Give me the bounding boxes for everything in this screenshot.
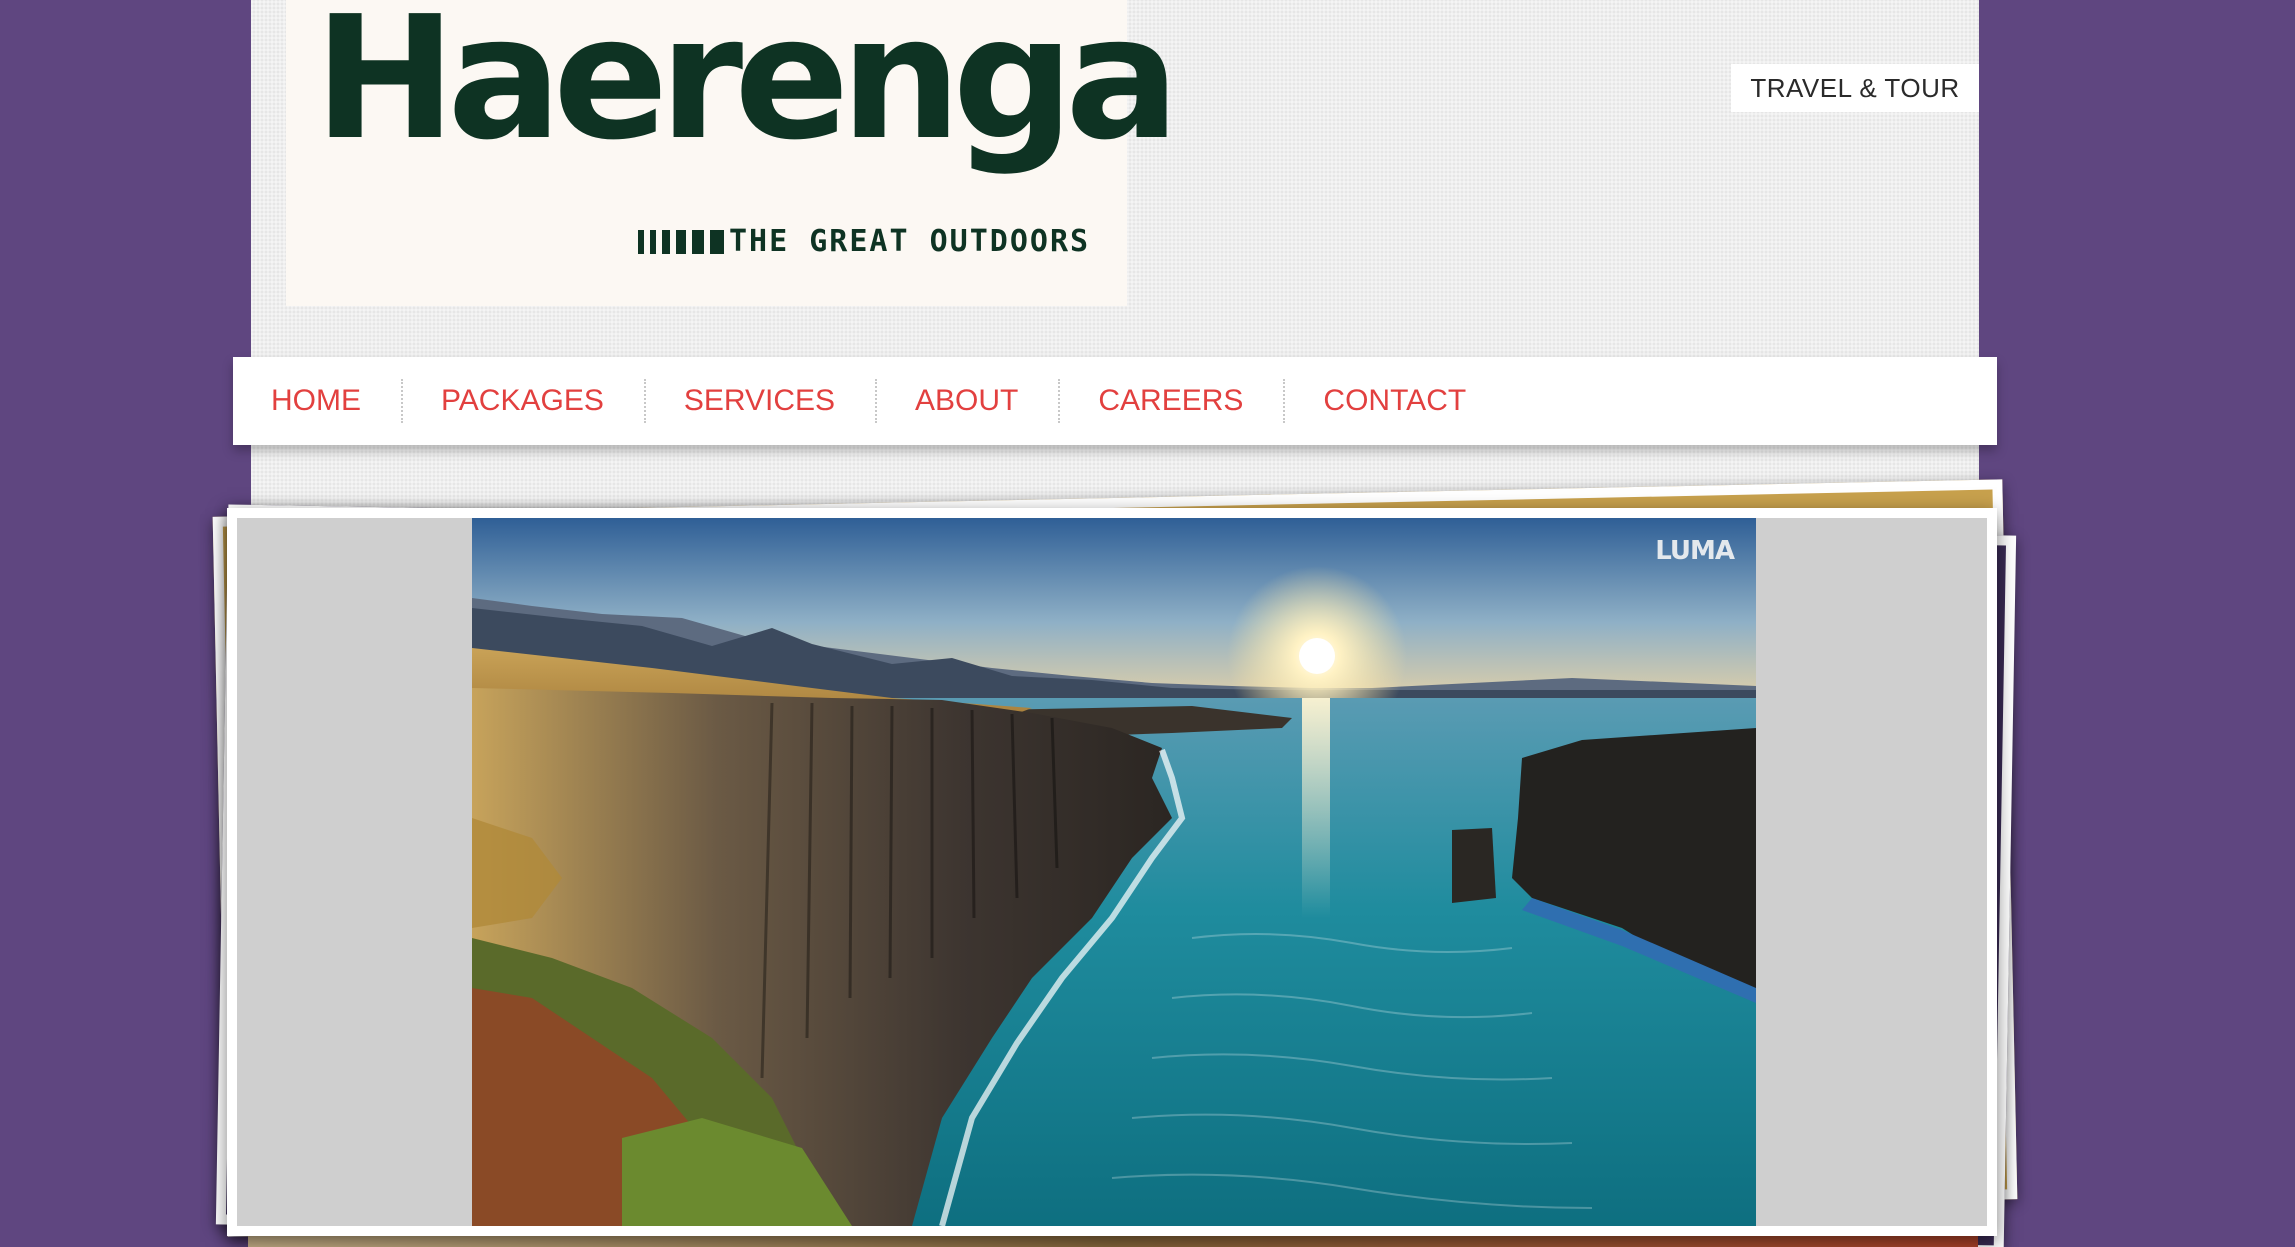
logo-tagline: THE GREAT OUTDOORS <box>729 224 1091 259</box>
nav-home[interactable]: HOME <box>233 379 401 423</box>
nav-packages[interactable]: PACKAGES <box>401 379 644 423</box>
slideshow-frame[interactable]: LUMA <box>227 508 1997 1236</box>
hero-image-coastal-cliffs[interactable]: LUMA <box>472 518 1756 1226</box>
nav-about[interactable]: ABOUT <box>875 379 1058 423</box>
coast-illustration <box>472 518 1756 1226</box>
stacked-photo-edge <box>248 1236 1978 1247</box>
nav-contact[interactable]: CONTACT <box>1283 379 1506 423</box>
main-navigation: HOME PACKAGES SERVICES ABOUT CAREERS CON… <box>233 357 1997 445</box>
logo-wordmark: Haerenga <box>314 0 1180 178</box>
logo-bars-icon <box>638 230 724 254</box>
luma-watermark: LUMA <box>1655 536 1735 566</box>
nav-careers[interactable]: CAREERS <box>1058 379 1283 423</box>
slideshow-viewport: LUMA <box>237 518 1987 1226</box>
nav-services[interactable]: SERVICES <box>643 379 875 423</box>
travel-tour-badge: TRAVEL & TOUR <box>1731 64 1979 112</box>
site-logo[interactable]: Haerenga THE GREAT OUTDOORS <box>286 0 1180 306</box>
